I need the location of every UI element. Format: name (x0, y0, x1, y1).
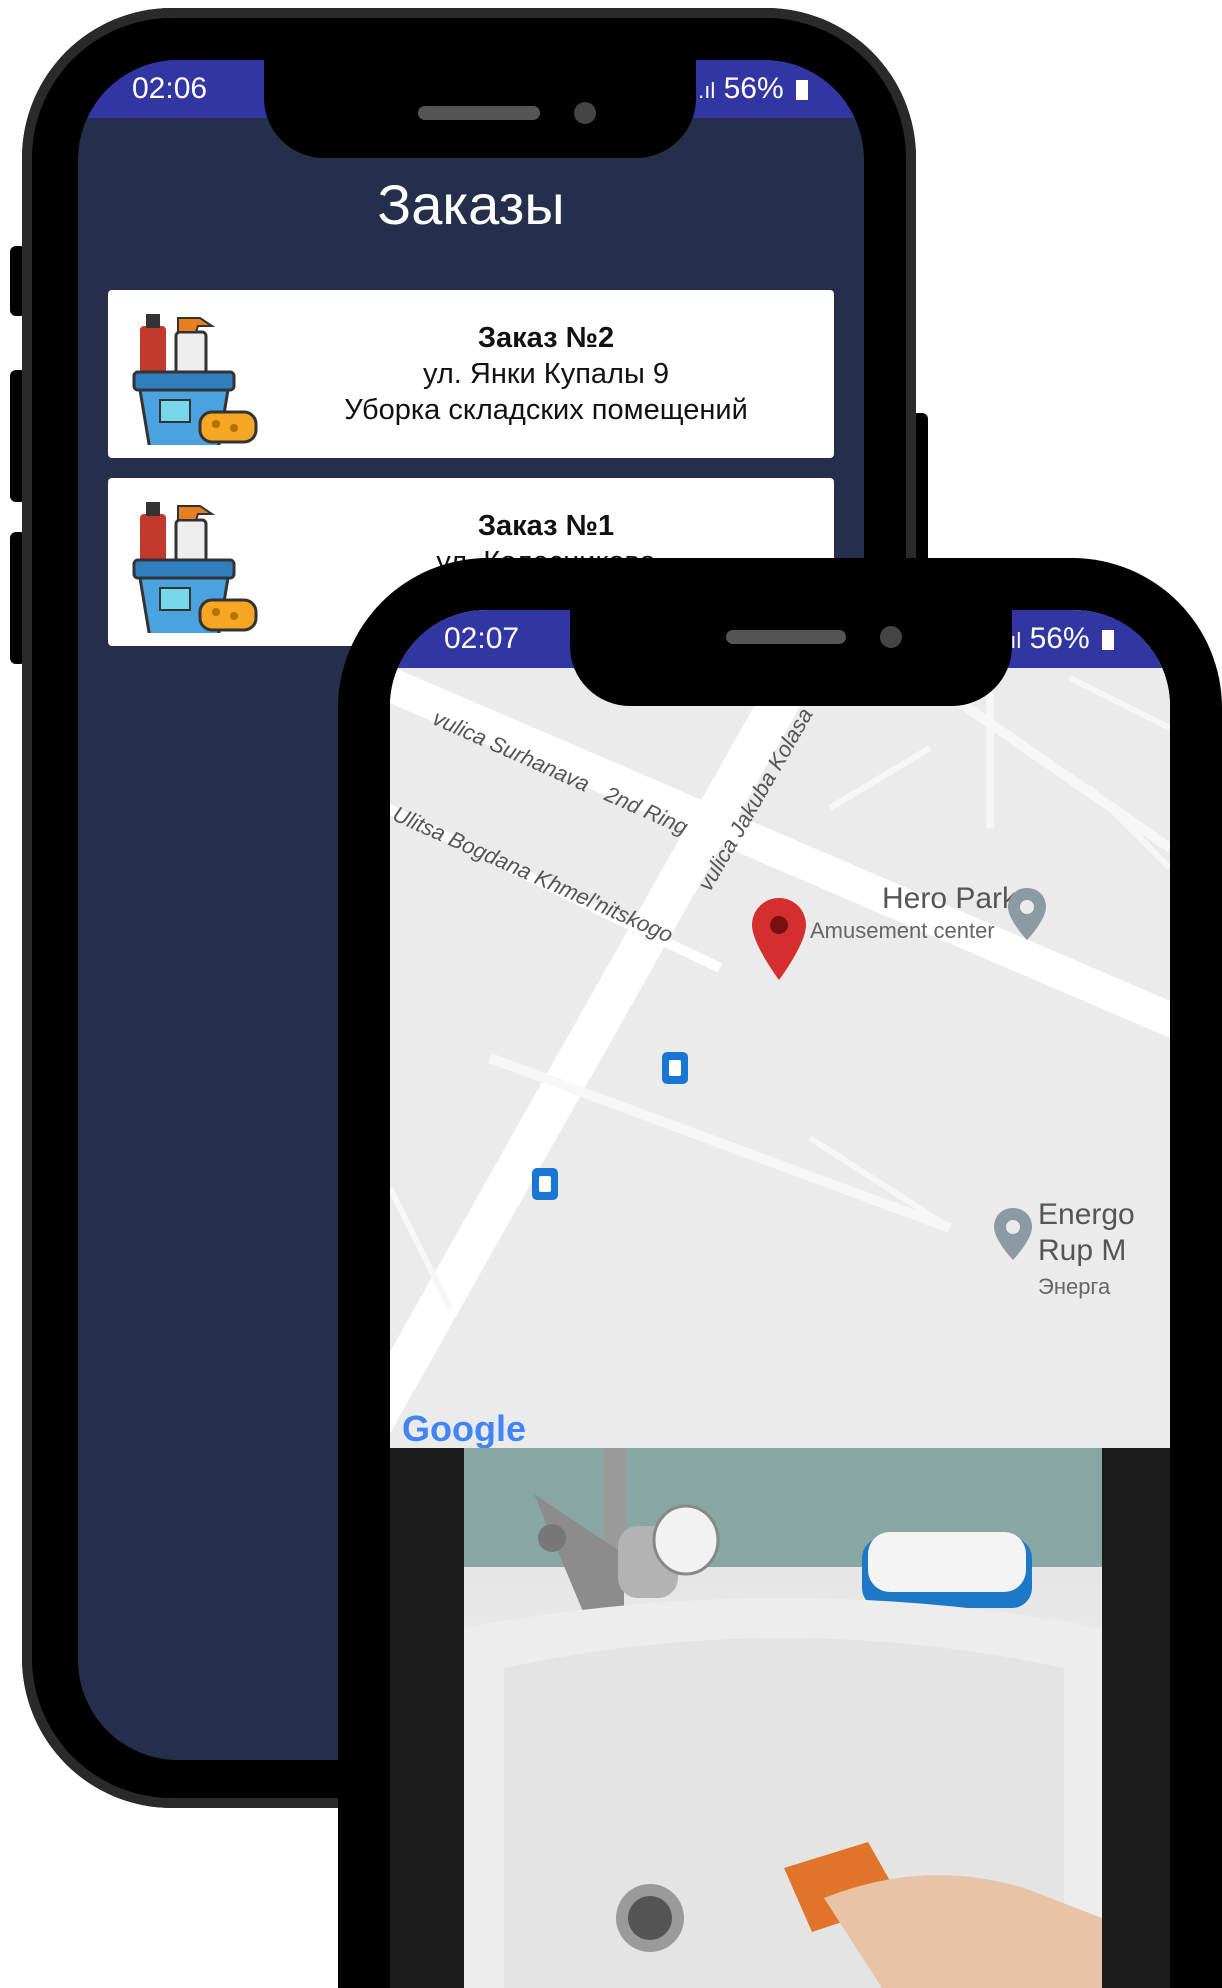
cleaning-supplies-icon (132, 502, 258, 633)
order-card[interactable]: Заказ №2 ул. Янки Купалы 9 Уборка складс… (108, 290, 834, 458)
status-right: .ıl 56% (1004, 622, 1114, 656)
front-camera (574, 102, 596, 124)
notch (264, 60, 696, 158)
order-title: Заказ №2 (477, 322, 615, 354)
battery-icon (796, 80, 808, 100)
status-time: 02:07 (444, 622, 520, 655)
map-screen: 02:07 .ıl 56% vulica Surhanava 2nd Ring … (390, 610, 1170, 1988)
poi-name: Energo (1038, 1198, 1135, 1231)
poi-name: Hero Park (882, 882, 1018, 915)
battery-percent: 56% (723, 72, 784, 105)
order-title: Заказ №1 (477, 510, 615, 542)
poi-marker-icon[interactable] (994, 1208, 1032, 1260)
front-camera (880, 626, 902, 648)
signal-icon: .ıl (698, 78, 716, 103)
video-frame (464, 1448, 1102, 1988)
video-image-sink (464, 1448, 1102, 1988)
speaker-grille (726, 630, 846, 644)
speaker-grille (418, 106, 540, 120)
order-description: Уборка складских помещений (344, 394, 748, 426)
map-view[interactable]: vulica Surhanava 2nd Ring Ulitsa Bogdana… (390, 668, 1170, 1448)
location-pin-icon[interactable] (752, 898, 806, 980)
poi-name-line2: Rup M (1038, 1234, 1127, 1267)
google-logo: Google (402, 1408, 526, 1448)
video-player[interactable] (390, 1448, 1170, 1988)
battery-icon (1102, 630, 1114, 650)
poi-category: Amusement center (810, 918, 995, 943)
map-roads (390, 668, 1170, 1434)
battery-percent: 56% (1029, 622, 1090, 655)
status-right: .ıl 56% (698, 72, 808, 106)
poi-marker-icon[interactable] (1008, 888, 1046, 940)
page-title: Заказы (377, 173, 565, 236)
cleaning-supplies-icon (132, 314, 258, 445)
poi-category: Энерга (1038, 1274, 1111, 1299)
notch (570, 610, 1012, 706)
status-time: 02:06 (132, 72, 208, 105)
order-details: Заказ №2 ул. Янки Купалы 9 Уборка складс… (268, 320, 824, 428)
order-address: ул. Янки Купалы 9 (423, 358, 669, 390)
phone-map: 02:07 .ıl 56% vulica Surhanava 2nd Ring … (338, 558, 1222, 1988)
